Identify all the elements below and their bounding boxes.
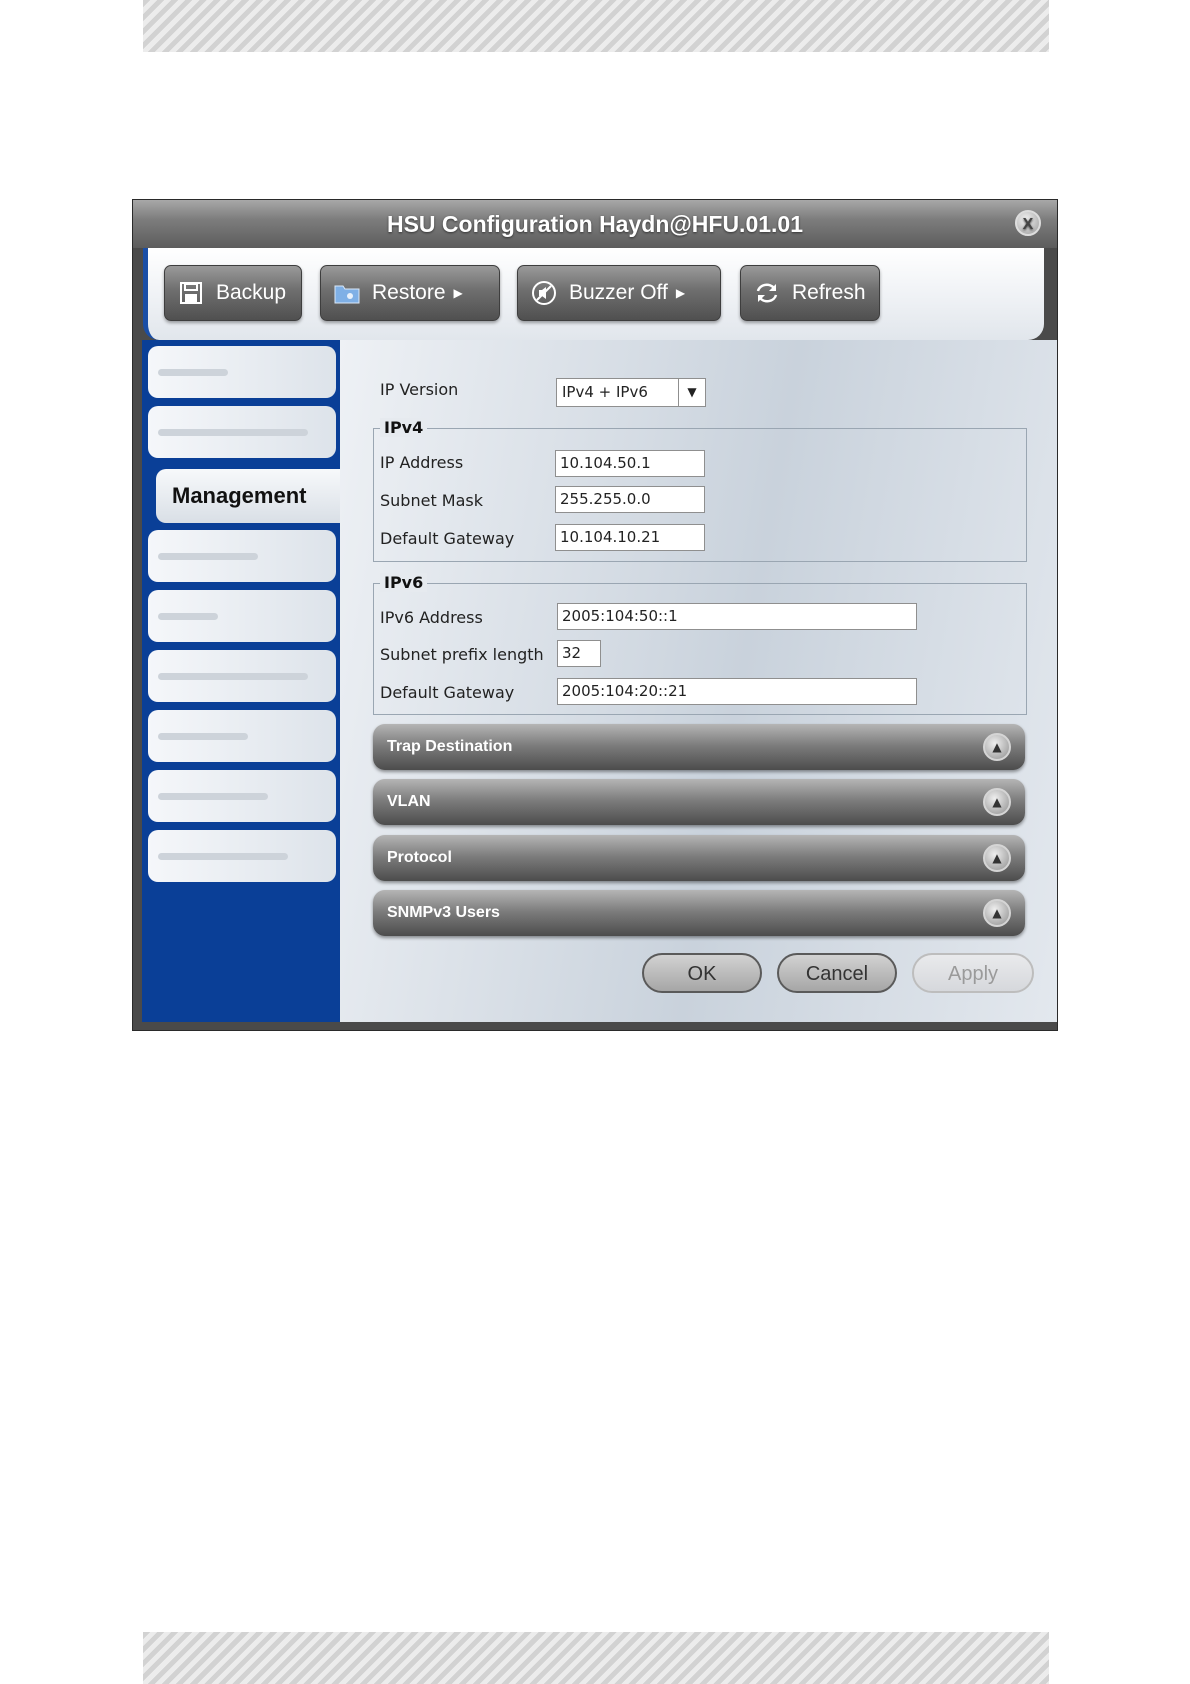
ipv4-gateway-field[interactable]: 10.104.10.21 — [555, 524, 705, 551]
expand-icon[interactable]: ▲ — [983, 788, 1011, 816]
section-label: Protocol — [387, 849, 452, 866]
refresh-button[interactable]: Refresh — [740, 265, 880, 321]
snmpv3-users-section[interactable]: SNMPv3 Users ▲ — [373, 890, 1025, 936]
ipv4-gateway-label: Default Gateway — [380, 529, 515, 548]
restore-button[interactable]: Restore ▶ — [320, 265, 500, 321]
ip-address-field[interactable]: 10.104.50.1 — [555, 450, 705, 477]
subnet-mask-label: Subnet Mask — [380, 491, 484, 510]
submenu-arrow-icon: ▶ — [675, 286, 686, 300]
sidebar-tab[interactable] — [148, 406, 336, 458]
apply-button[interactable]: Apply — [912, 953, 1034, 993]
buzzer-off-button[interactable]: Buzzer Off ▶ — [517, 265, 721, 321]
submenu-arrow-icon: ▶ — [453, 286, 463, 300]
ipv6-gateway-field[interactable]: 2005:104:20::21 — [557, 678, 917, 705]
section-label: SNMPv3 Users — [387, 904, 500, 921]
hsu-configuration-dialog: HSU Configuration Haydn@HFU.01.01 X Back… — [133, 200, 1057, 1030]
ipv6-gateway-label: Default Gateway — [380, 683, 515, 702]
ip-address-label: IP Address — [380, 453, 464, 472]
chevron-down-icon[interactable]: ▼ — [678, 379, 705, 406]
protocol-section[interactable]: Protocol ▲ — [373, 835, 1025, 881]
window-title: HSU Configuration Haydn@HFU.01.01 — [386, 211, 804, 237]
folder-icon — [334, 280, 360, 306]
sidebar-tab[interactable] — [148, 710, 336, 762]
ipv6-address-label: IPv6 Address — [380, 608, 483, 627]
ip-version-select[interactable]: IPv4 + IPv6 ▼ — [556, 378, 706, 407]
backup-label: Backup — [216, 281, 287, 304]
section-label: VLAN — [387, 793, 431, 810]
ipv6-group-title: IPv6 — [380, 573, 428, 592]
expand-icon[interactable]: ▲ — [983, 899, 1011, 927]
sidebar: Management — [142, 340, 346, 1022]
title-bar: HSU Configuration Haydn@HFU.01.01 X — [133, 200, 1057, 248]
page-header-band — [143, 0, 1049, 52]
ipv4-group-title: IPv4 — [380, 418, 428, 437]
subnet-prefix-length-label: Subnet prefix length — [380, 645, 544, 664]
management-panel: IP Version IPv4 + IPv6 ▼ IPv4 IP Address… — [340, 340, 1057, 1022]
section-label: Trap Destination — [387, 738, 513, 755]
ipv6-address-field[interactable]: 2005:104:50::1 — [557, 603, 917, 630]
ok-button[interactable]: OK — [642, 953, 762, 993]
sidebar-tab[interactable] — [148, 830, 336, 882]
sidebar-tab-label: Management — [172, 483, 307, 508]
expand-icon[interactable]: ▲ — [983, 733, 1011, 761]
refresh-icon — [754, 280, 780, 306]
backup-button[interactable]: Backup — [164, 265, 302, 321]
sidebar-tab[interactable] — [148, 346, 336, 398]
save-icon — [178, 280, 204, 306]
ip-version-label: IP Version — [380, 380, 459, 399]
toolbar: Backup Restore ▶ Buzzer Off ▶ Refresh — [143, 248, 1044, 340]
subnet-mask-field[interactable]: 255.255.0.0 — [555, 486, 705, 513]
refresh-label: Refresh — [792, 281, 866, 304]
ip-version-value: IPv4 + IPv6 — [562, 383, 648, 401]
expand-icon[interactable]: ▲ — [983, 844, 1011, 872]
sidebar-tab[interactable] — [148, 650, 336, 702]
page-footer-band — [143, 1632, 1049, 1684]
buzzer-off-label: Buzzer Off — [569, 281, 668, 304]
speaker-mute-icon — [531, 280, 557, 306]
sidebar-tab-management[interactable]: Management — [156, 469, 346, 523]
sidebar-tab[interactable] — [148, 590, 336, 642]
subnet-prefix-length-field[interactable]: 32 — [557, 640, 601, 667]
vlan-section[interactable]: VLAN ▲ — [373, 779, 1025, 825]
cancel-button[interactable]: Cancel — [777, 953, 897, 993]
restore-label: Restore — [372, 281, 446, 304]
trap-destination-section[interactable]: Trap Destination ▲ — [373, 724, 1025, 770]
close-button[interactable]: X — [1015, 210, 1041, 236]
sidebar-tab[interactable] — [148, 530, 336, 582]
sidebar-tab[interactable] — [148, 770, 336, 822]
